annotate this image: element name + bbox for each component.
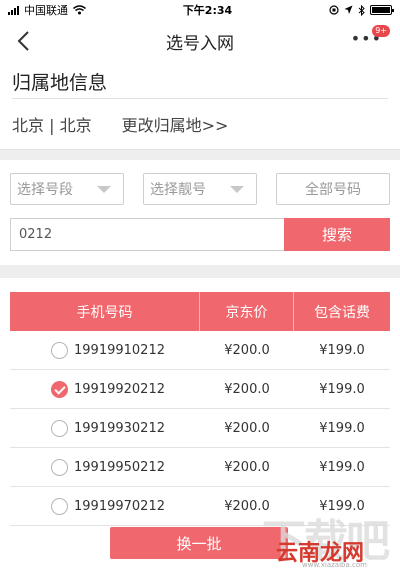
back-button[interactable] <box>16 28 42 54</box>
phone-cell: 19919910212 <box>10 331 200 369</box>
region-row: 北京 | 北京 更改归属地>> <box>0 99 400 149</box>
phone-number: 19919970212 <box>74 498 165 514</box>
nav-bar: 选号入网 ••• 9+ <box>0 20 400 62</box>
segment-select-label: 选择号段 <box>17 182 73 198</box>
orientation-lock-icon <box>329 5 339 15</box>
price-cell: ¥200.0 <box>224 459 270 475</box>
phone-number: 19919930212 <box>74 420 165 436</box>
change-region-link[interactable]: 更改归属地>> <box>122 112 229 136</box>
section-gap <box>0 265 400 278</box>
battery-icon <box>370 5 394 15</box>
pretty-number-select-label: 选择靓号 <box>150 182 206 198</box>
phone-number: 19919950212 <box>74 459 165 475</box>
page-title: 选号入网 <box>166 33 234 54</box>
status-right <box>329 4 394 16</box>
radio-button[interactable] <box>51 341 68 359</box>
price-cell: ¥200.0 <box>224 342 270 358</box>
wifi-icon <box>73 5 86 15</box>
radio-button[interactable] <box>51 458 68 476</box>
watermark-url: www.xiazaiba.com <box>302 561 367 569</box>
carrier-label: 中国联通 <box>24 4 68 17</box>
table-row[interactable]: 19919920212 ¥200.0 ¥199.0 <box>10 370 390 409</box>
fee-cell: ¥199.0 <box>319 420 365 436</box>
price-cell: ¥200.0 <box>224 420 270 436</box>
phone-cell: 19919930212 <box>10 409 200 447</box>
phone-number: 19919920212 <box>74 381 165 397</box>
location-section-title: 归属地信息 <box>12 72 108 94</box>
current-region: 北京 | 北京 <box>12 116 92 135</box>
segment-select[interactable]: 选择号段 <box>10 173 124 205</box>
dropdown-arrow-icon <box>97 185 111 193</box>
phone-number: 19919910212 <box>74 342 165 358</box>
table-row[interactable]: 19919950212 ¥200.0 ¥199.0 <box>10 448 390 487</box>
radio-button-checked[interactable] <box>51 380 68 398</box>
search-row: 搜索 <box>10 218 390 251</box>
pretty-number-select[interactable]: 选择靓号 <box>143 173 257 205</box>
status-time: 下午2:34 <box>182 4 233 17</box>
watermark: 下载吧 云南龙网 www.xiazaiba.com <box>250 505 396 571</box>
filter-row: 选择号段 选择靓号 全部号码 <box>0 160 400 218</box>
status-bar: 中国联通 下午2:34 <box>0 0 400 20</box>
section-gap <box>0 149 400 160</box>
phone-cell: 19919950212 <box>10 448 200 486</box>
header-phone: 手机号码 <box>10 292 200 331</box>
location-icon <box>344 5 353 14</box>
dropdown-arrow-icon <box>230 185 244 193</box>
radio-button[interactable] <box>51 497 68 515</box>
header-fee: 包含话费 <box>314 304 370 321</box>
phone-cell: 19919920212 <box>10 370 200 408</box>
fee-cell: ¥199.0 <box>319 342 365 358</box>
table-header: 手机号码 京东价 包含话费 <box>10 292 390 331</box>
notification-badge: 9+ <box>372 25 390 37</box>
status-left: 中国联通 <box>8 2 86 18</box>
table-row[interactable]: 19919930212 ¥200.0 ¥199.0 <box>10 409 390 448</box>
price-cell: ¥200.0 <box>224 381 270 397</box>
chevron-left-icon <box>17 31 29 51</box>
search-input[interactable] <box>10 218 284 251</box>
phone-cell: 19919970212 <box>10 487 200 525</box>
search-button[interactable]: 搜索 <box>284 218 390 251</box>
all-numbers-button[interactable]: 全部号码 <box>276 173 390 205</box>
radio-button[interactable] <box>51 419 68 437</box>
bluetooth-icon <box>358 4 365 16</box>
fee-cell: ¥199.0 <box>319 459 365 475</box>
number-table: 手机号码 京东价 包含话费 19919910212 ¥200.0 ¥199.0 … <box>0 278 400 526</box>
table-row[interactable]: 19919910212 ¥200.0 ¥199.0 <box>10 331 390 370</box>
signal-icon <box>8 5 19 15</box>
fee-cell: ¥199.0 <box>319 381 365 397</box>
header-price: 京东价 <box>200 292 294 331</box>
